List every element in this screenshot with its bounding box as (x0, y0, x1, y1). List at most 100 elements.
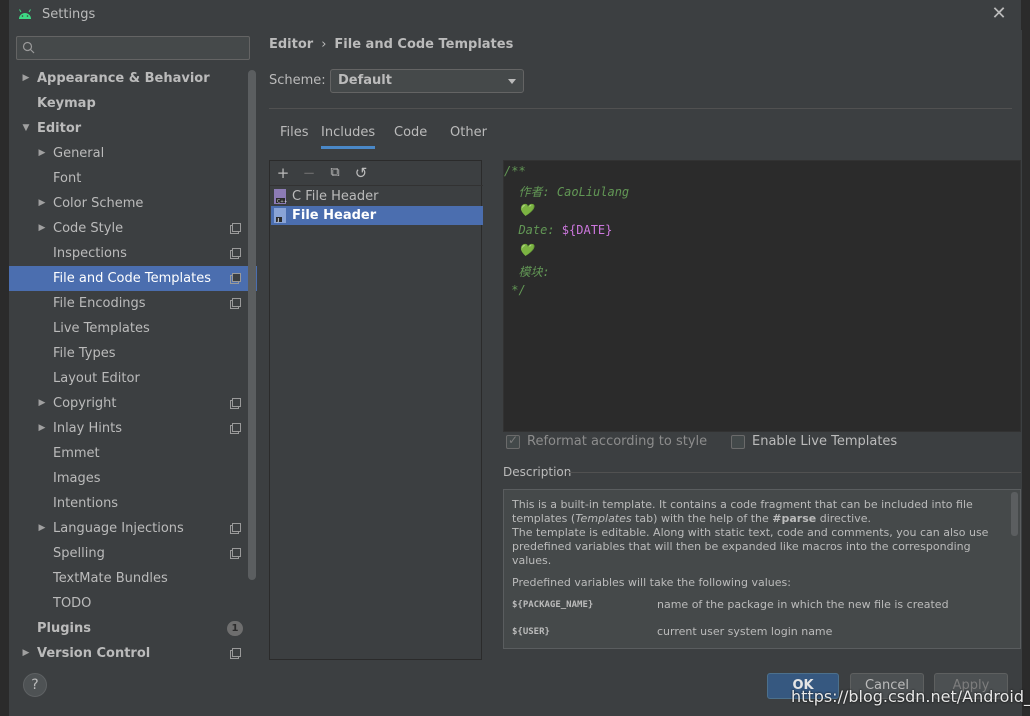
chevron-down-icon[interactable]: ▼ (21, 116, 31, 141)
sidebar-item-color-scheme[interactable]: ▶ Color Scheme (9, 191, 257, 216)
sidebar-item-editor[interactable]: ▼ Editor (9, 116, 257, 141)
sidebar-item-label: Color Scheme (53, 196, 144, 211)
template-list-panel: + − ⧉ ↺ C++ C File Header J File Header (269, 160, 483, 660)
sidebar-item-label: Spelling (53, 546, 105, 561)
sidebar-item-intentions[interactable]: Intentions (9, 491, 257, 516)
sidebar-item-label: Editor (37, 121, 82, 136)
template-code-editor[interactable]: /** 作者: CaoLiulang 💚 Date: ${DATE} 💚 模块:… (503, 160, 1021, 432)
sidebar-item-plugins[interactable]: Plugins 1 (9, 616, 257, 641)
sidebar-item-label: Inlay Hints (53, 421, 122, 436)
project-settings-icon (230, 398, 241, 409)
sidebar-item-label: Appearance & Behavior (37, 71, 210, 86)
scheme-label: Scheme: (269, 73, 326, 88)
chevron-right-icon[interactable]: ▶ (37, 416, 47, 441)
sidebar-item-inlay-hints[interactable]: ▶ Inlay Hints (9, 416, 257, 441)
code-line: 作者: CaoLiulang (504, 185, 630, 199)
ide-background-strip (0, 0, 9, 716)
code-line: 💚 (504, 203, 534, 217)
sidebar-item-spelling[interactable]: Spelling (9, 541, 257, 566)
sidebar-item-font[interactable]: Font (9, 166, 257, 191)
description-panel: This is a built-in template. It contains… (503, 489, 1021, 649)
search-icon (22, 41, 35, 54)
project-settings-icon (230, 298, 241, 309)
sidebar-item-label: Layout Editor (53, 371, 140, 386)
code-line: /** (504, 164, 526, 178)
sidebar-item-inspections[interactable]: Inspections (9, 241, 257, 266)
project-settings-icon (230, 273, 241, 284)
sidebar-item-textmate-bundles[interactable]: TextMate Bundles (9, 566, 257, 591)
java-file-icon: J (274, 208, 286, 223)
sidebar-item-file-and-code-templates[interactable]: File and Code Templates (9, 266, 257, 291)
sidebar-item-label: Intentions (53, 496, 119, 511)
sidebar-item-label: Emmet (53, 446, 100, 461)
description-label: Description (503, 465, 572, 479)
sidebar-item-keymap[interactable]: Keymap (9, 91, 257, 116)
sidebar-item-file-encodings[interactable]: File Encodings (9, 291, 257, 316)
tab-includes[interactable]: Includes (321, 123, 376, 149)
sidebar-item-emmet[interactable]: Emmet (9, 441, 257, 466)
dialog-button-bar: ? OK Cancel Apply https://blog.csdn.net/… (9, 660, 1030, 716)
project-settings-icon (230, 223, 241, 234)
sidebar-item-label: Live Templates (53, 321, 150, 336)
code-line: 模块: (504, 265, 550, 279)
checkbox-box (506, 433, 520, 449)
copy-icon[interactable]: ⧉ (327, 165, 343, 181)
search-field[interactable] (16, 36, 250, 60)
help-button[interactable]: ? (23, 673, 47, 697)
sidebar-item-label: File Types (53, 346, 116, 361)
sidebar-item-live-templates[interactable]: Live Templates (9, 316, 257, 341)
list-item-file-header[interactable]: J File Header (271, 206, 483, 225)
reformat-checkbox[interactable]: Reformat according to style (506, 433, 707, 452)
sidebar-item-label: TODO (53, 596, 92, 611)
divider (269, 108, 1012, 109)
list-item-c-file-header[interactable]: C++ C File Header (271, 187, 483, 206)
chevron-right-icon[interactable]: ▶ (37, 216, 47, 241)
tab-files[interactable]: Files (280, 123, 309, 149)
remove-icon[interactable]: − (301, 165, 317, 181)
sidebar-item-appearance-behavior[interactable]: ▶ Appearance & Behavior (9, 66, 257, 91)
sidebar-item-label: File Encodings (53, 296, 146, 311)
sidebar-item-file-types[interactable]: File Types (9, 341, 257, 366)
sidebar-item-general[interactable]: ▶ General (9, 141, 257, 166)
description-scrollbar[interactable] (1011, 492, 1018, 536)
sidebar-item-language-injections[interactable]: ▶ Language Injections (9, 516, 257, 541)
tab-other[interactable]: Other (450, 123, 487, 149)
scheme-value: Default (338, 73, 392, 88)
template-list-toolbar: + − ⧉ ↺ (270, 161, 483, 186)
ide-background-strip-right (1022, 0, 1030, 716)
chevron-right-icon[interactable]: ▶ (37, 516, 47, 541)
sidebar-item-todo[interactable]: TODO (9, 591, 257, 616)
title-bar: Settings ✕ (9, 0, 1022, 30)
chevron-right-icon[interactable]: ▶ (21, 66, 31, 91)
sidebar-item-images[interactable]: Images (9, 466, 257, 491)
chevron-right-icon[interactable]: ▶ (37, 191, 47, 216)
sidebar-item-code-style[interactable]: ▶ Code Style (9, 216, 257, 241)
variable-name: ${PACKAGE_NAME} (512, 600, 594, 610)
settings-dialog: Settings ✕ ▶ Appearance & Behavior Keymap ▼… (9, 0, 1030, 716)
project-settings-icon (230, 423, 241, 434)
sidebar-item-layout-editor[interactable]: Layout Editor (9, 366, 257, 391)
sidebar-item-label: Font (53, 171, 82, 186)
close-icon[interactable]: ✕ (989, 4, 1009, 24)
reset-icon[interactable]: ↺ (353, 165, 369, 181)
chevron-down-icon (508, 79, 516, 84)
search-input[interactable] (39, 39, 244, 57)
tab-code[interactable]: Code (394, 123, 427, 149)
enable-live-templates-checkbox[interactable]: Enable Live Templates (731, 434, 897, 452)
project-settings-icon (230, 548, 241, 559)
chevron-right-icon[interactable]: ▶ (37, 391, 47, 416)
divider (568, 472, 1021, 473)
chevron-right-icon[interactable]: ▶ (37, 141, 47, 166)
scheme-dropdown[interactable]: Default (330, 69, 524, 93)
watermark: https://blog.csdn.net/Android_CII (791, 687, 1030, 706)
project-settings-icon (230, 523, 241, 534)
sidebar-item-label: Copyright (53, 396, 117, 411)
breadcrumb-separator: › (321, 37, 327, 52)
list-item-label: File Header (292, 208, 377, 223)
android-icon (19, 9, 31, 19)
sidebar-scrollbar[interactable] (248, 70, 256, 580)
settings-content: Editor › File and Code Templates Scheme: D… (258, 30, 1022, 660)
sidebar-item-copyright[interactable]: ▶ Copyright (9, 391, 257, 416)
add-icon[interactable]: + (275, 165, 291, 181)
svg-text:C++: C++ (277, 199, 287, 205)
